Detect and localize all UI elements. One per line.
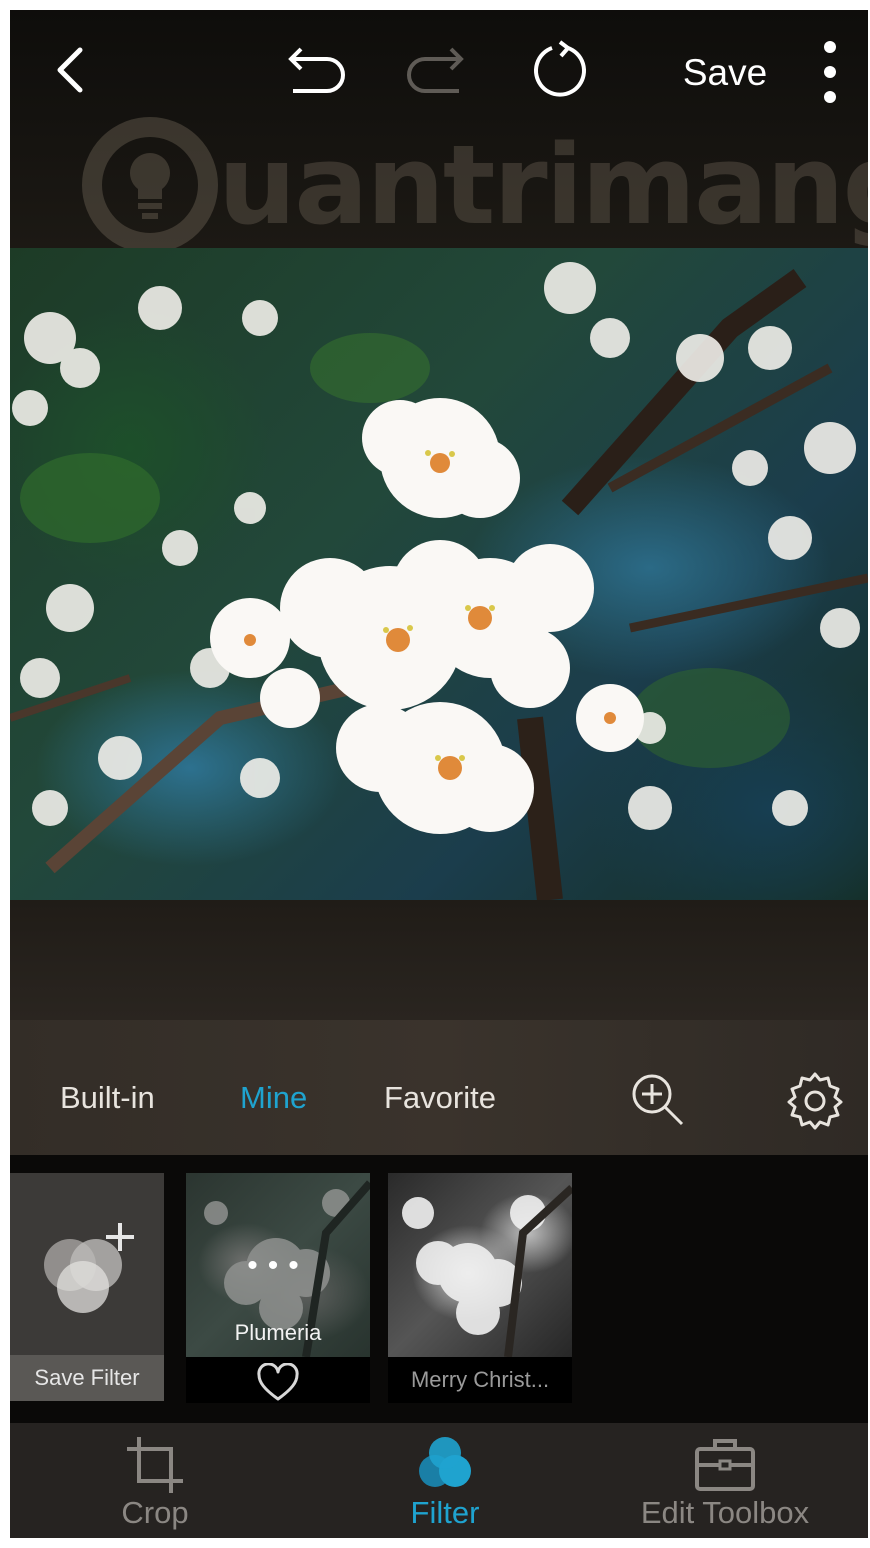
nav-filter[interactable]: Filter (370, 1423, 520, 1538)
tab-mine[interactable]: Mine (240, 1075, 307, 1121)
save-button[interactable]: Save (670, 48, 780, 98)
more-options-button[interactable] (810, 38, 850, 106)
top-bar: Save uantrimang (10, 10, 868, 253)
nav-filter-label: Filter (410, 1495, 480, 1530)
favorite-button[interactable] (256, 1362, 300, 1403)
filter-icon (419, 1437, 471, 1487)
more-vertical-icon (824, 41, 836, 103)
filter-name: Plumeria (234, 1320, 322, 1345)
filter-item-plumeria[interactable]: ••• Plumeria (186, 1173, 370, 1403)
filter-options-dots[interactable]: ••• (186, 1251, 370, 1281)
filter-name: Merry Christ... (410, 1367, 550, 1392)
back-button[interactable] (40, 40, 100, 100)
redo-icon (407, 47, 464, 93)
save-filter-label: Save Filter (10, 1355, 164, 1401)
nav-crop[interactable]: Crop (80, 1423, 230, 1538)
redo-button[interactable] (402, 40, 472, 100)
filter-list: Save Filter ••• Plumeria Merry Christ... (10, 1155, 868, 1423)
crop-icon (127, 1437, 183, 1493)
nav-edit-toolbox[interactable]: Edit Toolbox (620, 1423, 830, 1538)
undo-button[interactable] (280, 40, 350, 100)
settings-button[interactable] (785, 1070, 845, 1130)
toolbox-icon (695, 1439, 755, 1491)
save-filter-button[interactable]: Save Filter (10, 1173, 164, 1401)
photo-canvas[interactable] (10, 248, 868, 900)
thumbnail-image (402, 1185, 572, 1357)
nav-crop-label: Crop (121, 1495, 189, 1530)
filter-thumbnail: ••• Plumeria (186, 1173, 370, 1357)
filter-thumbnail (388, 1173, 572, 1357)
filter-item-merry-christmas[interactable]: Merry Christ... (388, 1173, 572, 1403)
filter-category-bar: Built-in Mine Favorite (10, 1020, 868, 1155)
photo-editor-screen: Save uantrimang Built-in Mine Favorite S… (10, 10, 868, 1538)
undo-icon (288, 47, 345, 93)
chevron-left-icon (57, 47, 83, 93)
gear-icon (787, 1072, 843, 1130)
zoom-in-button[interactable] (628, 1070, 688, 1130)
zoom-in-icon (632, 1074, 684, 1126)
heart-icon (257, 1362, 299, 1401)
lightbulb-icon (82, 117, 218, 253)
cherry-blossom-image (10, 262, 868, 900)
add-filter-icon (44, 1223, 134, 1313)
reset-button[interactable] (528, 38, 592, 102)
bottom-navigation: Crop Filter Edit Toolbox (10, 1423, 868, 1538)
refresh-icon (534, 40, 586, 97)
canvas-padding (10, 900, 868, 1020)
tab-favorite[interactable]: Favorite (384, 1075, 496, 1121)
watermark-text: uantrimang (218, 121, 868, 249)
watermark-logo: uantrimang (80, 115, 868, 265)
nav-edit-toolbox-label: Edit Toolbox (640, 1495, 810, 1530)
tab-built-in[interactable]: Built-in (60, 1075, 155, 1121)
